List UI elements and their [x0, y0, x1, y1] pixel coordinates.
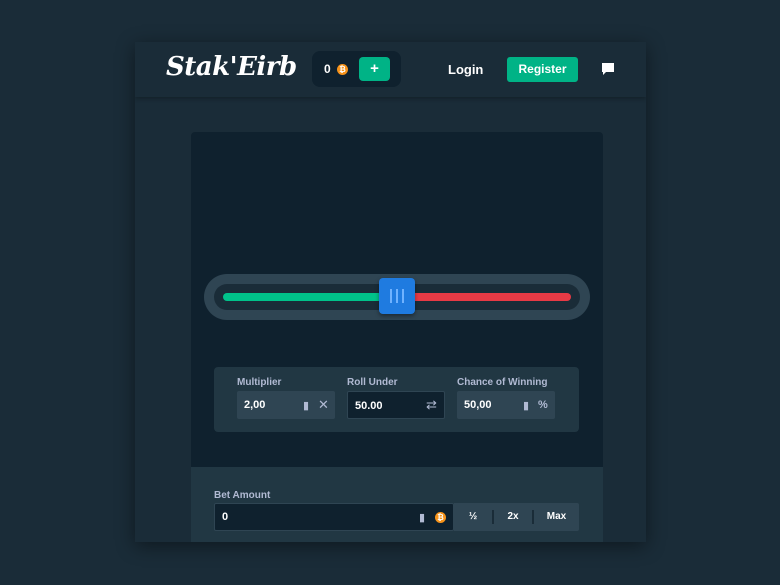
slider-handle[interactable] [379, 278, 415, 314]
multiply-icon: ✕ [318, 397, 329, 412]
chat-bubble-icon[interactable] [601, 62, 615, 76]
lock-icon: ▮ [419, 512, 426, 524]
roll-under-value: 50.00 [355, 400, 383, 412]
bet-amount-input[interactable]: 0 ▮ ₿ [214, 503, 454, 531]
bet-controls: Bet Amount 0 ▮ ₿ ½ 2x Max [191, 467, 603, 542]
register-button[interactable]: Register [507, 57, 578, 82]
top-navigation-bar: Stak'Eirb 0 ₿ + Login Register [135, 42, 646, 97]
roll-slider[interactable] [204, 274, 590, 320]
lock-icon: ▮ [523, 400, 530, 412]
site-logo[interactable]: Stak'Eirb [166, 52, 297, 82]
app-window: Stak'Eirb 0 ₿ + Login Register Multiplie… [135, 42, 646, 542]
bet-amount-label: Bet Amount [214, 490, 271, 501]
swap-arrows-icon[interactable]: ⇄ [426, 397, 437, 413]
dice-game-area: Multiplier 2,00 ▮ ✕ Roll Under 50.00 ⇄ C… [191, 132, 603, 467]
percent-icon: % [538, 399, 548, 411]
slider-win-range [223, 293, 397, 301]
half-bet-button[interactable]: ½ [454, 511, 492, 522]
bet-modifier-group: ½ 2x Max [454, 503, 579, 531]
chance-value: 50,00 [464, 399, 492, 411]
wallet-balance: 0 [324, 62, 331, 76]
bet-amount-value: 0 [222, 511, 229, 523]
roll-under-field[interactable]: 50.00 ⇄ [347, 391, 445, 419]
multiplier-field[interactable]: 2,00 ▮ ✕ [237, 391, 335, 419]
slider-lose-range [397, 293, 571, 301]
add-funds-button[interactable]: + [359, 57, 390, 81]
lock-icon: ▮ [303, 400, 310, 412]
multiplier-value: 2,00 [244, 399, 266, 411]
slider-track [214, 278, 580, 314]
game-stats-panel: Multiplier 2,00 ▮ ✕ Roll Under 50.00 ⇄ C… [214, 367, 579, 432]
coin-icon: ₿ [337, 64, 348, 75]
multiplier-label: Multiplier [237, 377, 282, 388]
double-bet-button[interactable]: 2x [494, 511, 532, 522]
chance-field[interactable]: 50,00 ▮ % [457, 391, 555, 419]
max-bet-button[interactable]: Max [534, 511, 579, 522]
login-link[interactable]: Login [448, 62, 483, 77]
wallet-widget: 0 ₿ + [312, 51, 401, 87]
coin-icon: ₿ [435, 512, 446, 523]
roll-under-label: Roll Under [347, 377, 398, 388]
chance-label: Chance of Winning [457, 377, 548, 388]
